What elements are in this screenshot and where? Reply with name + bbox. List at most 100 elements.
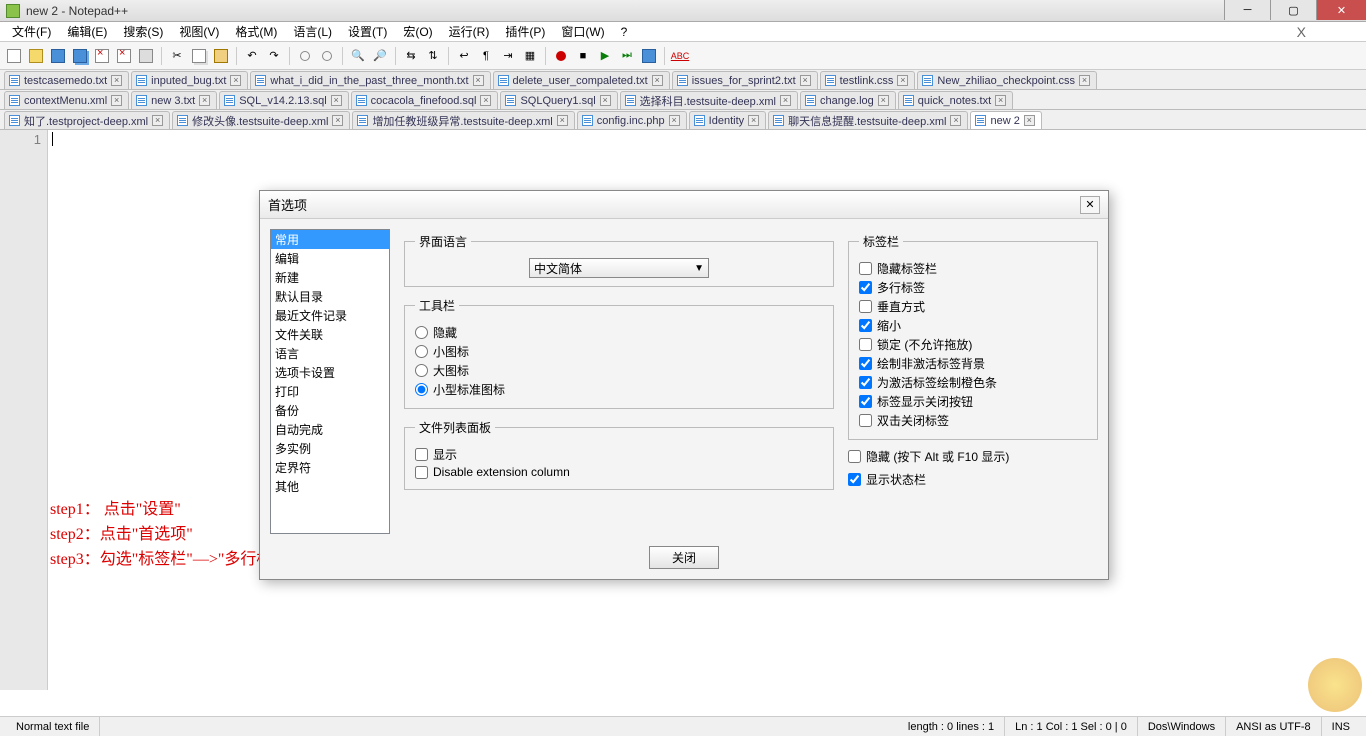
toolbar-big-radio[interactable]: 大图标 <box>415 362 823 379</box>
tb-playm[interactable]: ⏭ <box>617 46 637 66</box>
menu-hide-check[interactable]: 隐藏 (按下 Alt 或 F10 显示) <box>848 448 1098 465</box>
toolbar-hide-radio[interactable]: 隐藏 <box>415 324 823 341</box>
category-语言[interactable]: 语言 <box>271 344 389 363</box>
tabbar-inactivebg-check[interactable]: 绘制非激活标签背景 <box>859 355 1087 372</box>
menu-window[interactable]: 窗口(W) <box>553 21 612 42</box>
minimize-button[interactable]: ─ <box>1224 0 1270 20</box>
tb-zoomout[interactable]: 🔎 <box>370 46 390 66</box>
tab-close-icon[interactable]: × <box>669 115 680 126</box>
tab-close-icon[interactable]: × <box>600 95 611 106</box>
tab-close-icon[interactable]: × <box>800 75 811 86</box>
tab-delete_user_compaleted-txt[interactable]: delete_user_compaleted.txt× <box>493 71 670 89</box>
tb-find[interactable] <box>295 46 315 66</box>
tab-SQL_v14-2-13-sql[interactable]: SQL_v14.2.13.sql× <box>219 91 348 109</box>
tab-issues_for_sprint2-txt[interactable]: issues_for_sprint2.txt× <box>672 71 818 89</box>
show-statusbar-check[interactable]: 显示状态栏 <box>848 471 1098 488</box>
tab-close-icon[interactable]: × <box>1079 75 1090 86</box>
tab-inputed_bug-txt[interactable]: inputed_bug.txt× <box>131 71 248 89</box>
menu-settings[interactable]: 设置(T) <box>340 21 395 42</box>
tb-indent[interactable]: ⇥ <box>498 46 518 66</box>
dialog-close-button[interactable]: ✕ <box>1080 196 1100 214</box>
ui-language-select[interactable]: 中文简体 ▼ <box>529 258 709 278</box>
category-多实例[interactable]: 多实例 <box>271 439 389 458</box>
tb-wrap[interactable]: ↩ <box>454 46 474 66</box>
menu-format[interactable]: 格式(M) <box>227 21 285 42</box>
category-文件关联[interactable]: 文件关联 <box>271 325 389 344</box>
filelist-disable-ext-check[interactable]: Disable extension column <box>415 465 823 479</box>
category-默认目录[interactable]: 默认目录 <box>271 287 389 306</box>
tb-savem[interactable] <box>639 46 659 66</box>
tb-new[interactable] <box>4 46 24 66</box>
tabbar-shrink-check[interactable]: 缩小 <box>859 317 1087 334</box>
dialog-close-btn[interactable]: 关闭 <box>649 546 719 569</box>
tb-closeall[interactable] <box>114 46 134 66</box>
tab-close-icon[interactable]: × <box>332 115 343 126</box>
tab-close-icon[interactable]: × <box>1024 115 1035 126</box>
tab-new-2[interactable]: new 2× <box>970 111 1041 129</box>
category-打印[interactable]: 打印 <box>271 382 389 401</box>
tab-close-icon[interactable]: × <box>950 115 961 126</box>
tabbar-showclose-check[interactable]: 标签显示关闭按钮 <box>859 393 1087 410</box>
tab-close-icon[interactable]: × <box>152 115 163 126</box>
tab-close-icon[interactable]: × <box>995 95 1006 106</box>
tb-replace[interactable] <box>317 46 337 66</box>
filelist-show-check[interactable]: 显示 <box>415 446 823 463</box>
menu-search[interactable]: 搜索(S) <box>115 21 171 42</box>
tab-close-icon[interactable]: × <box>473 75 484 86</box>
tb-copy[interactable] <box>189 46 209 66</box>
category-定界符[interactable]: 定界符 <box>271 458 389 477</box>
tab-testcasemedo-txt[interactable]: testcasemedo.txt× <box>4 71 129 89</box>
tb-fold[interactable]: ▦ <box>520 46 540 66</box>
tb-redo[interactable]: ↷ <box>264 46 284 66</box>
tab-close-icon[interactable]: × <box>897 75 908 86</box>
tab-what_i_did_in_the_past_three_month-txt[interactable]: what_i_did_in_the_past_three_month.txt× <box>250 71 490 89</box>
category-选项卡设置[interactable]: 选项卡设置 <box>271 363 389 382</box>
tab-close-icon[interactable]: × <box>748 115 759 126</box>
category-最近文件记录[interactable]: 最近文件记录 <box>271 306 389 325</box>
tab-quick_notes-txt[interactable]: quick_notes.txt× <box>898 91 1013 109</box>
tb-saveall[interactable] <box>70 46 90 66</box>
tab--testsuite-deep-xml[interactable]: 选择科目.testsuite-deep.xml× <box>620 91 798 109</box>
tab-Identity[interactable]: Identity× <box>689 111 766 129</box>
tab-close-icon[interactable]: × <box>331 95 342 106</box>
close-button[interactable]: ✕ <box>1316 0 1366 20</box>
tabbar-dblclose-check[interactable]: 双击关闭标签 <box>859 412 1087 429</box>
tb-sync[interactable]: ⇆ <box>401 46 421 66</box>
menu-help[interactable]: ? <box>613 23 636 41</box>
tb-spell[interactable]: ABC <box>670 46 690 66</box>
tb-open[interactable] <box>26 46 46 66</box>
tb-syncv[interactable]: ⇅ <box>423 46 443 66</box>
maximize-button[interactable]: ▢ <box>1270 0 1316 20</box>
tab-close-icon[interactable]: × <box>878 95 889 106</box>
menu-plugins[interactable]: 插件(P) <box>497 21 553 42</box>
tab-change-log[interactable]: change.log× <box>800 91 896 109</box>
tabbar-lock-check[interactable]: 锁定 (不允许拖放) <box>859 336 1087 353</box>
category-自动完成[interactable]: 自动完成 <box>271 420 389 439</box>
tab-close-icon[interactable]: × <box>199 95 210 106</box>
category-常用[interactable]: 常用 <box>271 230 389 249</box>
category-编辑[interactable]: 编辑 <box>271 249 389 268</box>
tab-contextMenu-xml[interactable]: contextMenu.xml× <box>4 91 129 109</box>
tab-config-inc-php[interactable]: config.inc.php× <box>577 111 687 129</box>
menu-macro[interactable]: 宏(O) <box>395 21 440 42</box>
tab-close-icon[interactable]: × <box>780 95 791 106</box>
tb-undo[interactable]: ↶ <box>242 46 262 66</box>
tab-close-icon[interactable]: × <box>557 115 568 126</box>
tab-testlink-css[interactable]: testlink.css× <box>820 71 916 89</box>
toolbar-std-radio[interactable]: 小型标准图标 <box>415 381 823 398</box>
category-list[interactable]: 常用编辑新建默认目录最近文件记录文件关联语言选项卡设置打印备份自动完成多实例定界… <box>270 229 390 534</box>
menu-run[interactable]: 运行(R) <box>441 21 498 42</box>
tab-close-icon[interactable]: × <box>111 75 122 86</box>
tb-invis[interactable]: ¶ <box>476 46 496 66</box>
tab-close-icon[interactable]: × <box>111 95 122 106</box>
tab-close-icon[interactable]: × <box>480 95 491 106</box>
tb-print[interactable] <box>136 46 156 66</box>
tabbar-activebar-check[interactable]: 为激活标签绘制橙色条 <box>859 374 1087 391</box>
tb-save[interactable] <box>48 46 68 66</box>
category-其他[interactable]: 其他 <box>271 477 389 496</box>
tb-zoomin[interactable]: 🔍 <box>348 46 368 66</box>
tabbar-multi-check[interactable]: 多行标签 <box>859 279 1087 296</box>
category-新建[interactable]: 新建 <box>271 268 389 287</box>
tb-cut[interactable]: ✂ <box>167 46 187 66</box>
tb-paste[interactable] <box>211 46 231 66</box>
